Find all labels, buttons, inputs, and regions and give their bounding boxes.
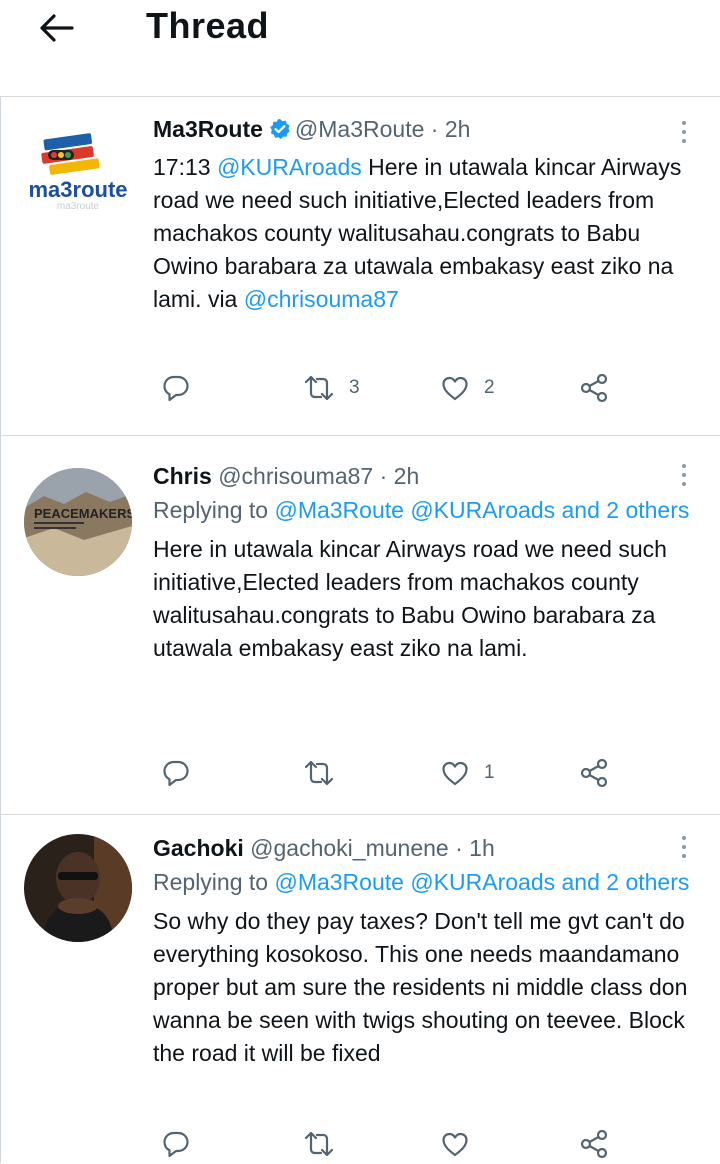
like-button[interactable]: 2 <box>440 368 495 408</box>
like-count: 1 <box>484 762 495 783</box>
reply-icon <box>163 1131 189 1158</box>
user-handle[interactable]: @Ma3Route <box>295 116 424 142</box>
tweet-header: Gachoki @gachoki_munene · 1h <box>153 835 495 861</box>
retweet-button[interactable] <box>303 753 349 793</box>
share-button[interactable] <box>578 368 610 408</box>
replying-to-links[interactable]: @Ma3Route @KURAroads and 2 others <box>274 497 689 523</box>
retweet-count: 3 <box>349 377 360 398</box>
display-name[interactable]: Gachoki <box>153 835 244 861</box>
mention-link[interactable]: @KURAroads <box>217 154 362 180</box>
user-handle[interactable]: @gachoki_munene <box>250 835 449 861</box>
share-icon <box>580 1129 608 1159</box>
reply-icon <box>163 760 189 787</box>
share-icon <box>580 758 608 788</box>
arrow-left-icon <box>40 14 74 42</box>
more-options-button[interactable] <box>674 832 694 862</box>
tweet-actions: 3 2 <box>153 368 623 408</box>
top-bar: Thread <box>0 0 720 83</box>
svg-text:PEACEMAKERS: PEACEMAKERS <box>34 506 132 521</box>
avatar[interactable] <box>24 834 132 942</box>
tweet-text: So why do they pay taxes? Don't tell me … <box>153 908 688 1066</box>
back-button[interactable] <box>34 8 78 48</box>
tweet-actions: 1 <box>153 753 623 793</box>
retweet-icon <box>304 760 334 786</box>
retweet-button[interactable] <box>303 1124 349 1164</box>
tweet-header: Ma3Route @Ma3Route · 2h <box>153 114 696 147</box>
heart-icon <box>442 376 468 401</box>
retweet-button[interactable]: 3 <box>303 368 360 408</box>
reply-button[interactable] <box>161 368 191 408</box>
tweet-text: Here in utawala kincar Airways road we n… <box>153 536 667 661</box>
like-button[interactable] <box>440 1124 484 1164</box>
display-name[interactable]: Chris <box>153 463 212 489</box>
tweet-header: Chris @chrisouma87 · 2h <box>153 463 420 489</box>
share-button[interactable] <box>578 753 610 793</box>
replying-to: Replying to @Ma3Route @KURAroads and 2 o… <box>153 497 690 523</box>
avatar[interactable]: PEACEMAKERS <box>24 468 132 576</box>
gachoki-avatar <box>24 834 132 942</box>
more-options-button[interactable] <box>674 460 694 490</box>
timestamp[interactable]: 1h <box>469 835 495 861</box>
tweet-gachoki[interactable]: Gachoki @gachoki_munene · 1h Replying to… <box>0 814 720 1163</box>
retweet-icon <box>304 1131 334 1157</box>
ma3route-logo: ma3route ma3route <box>24 117 132 225</box>
page-title: Thread <box>146 5 270 46</box>
more-options-button[interactable] <box>674 117 694 147</box>
like-button[interactable]: 1 <box>440 753 495 793</box>
reply-button[interactable] <box>161 753 191 793</box>
svg-text:ma3route: ma3route <box>28 177 127 202</box>
peacemakers-avatar: PEACEMAKERS <box>24 468 132 576</box>
avatar[interactable]: ma3route ma3route <box>24 117 132 225</box>
tweet-actions <box>153 1124 623 1164</box>
replying-to: Replying to @Ma3Route @KURAroads and 2 o… <box>153 869 690 895</box>
tweet-chris[interactable]: PEACEMAKERS Chris @chrisouma87 · 2h Repl… <box>0 435 720 815</box>
reply-icon <box>163 375 189 402</box>
tweet-ma3route[interactable]: ma3route ma3route Ma3Route @Ma3Route · 2h… <box>0 97 720 436</box>
mention-link[interactable]: @chrisouma87 <box>244 286 399 312</box>
verified-badge-icon <box>269 117 291 147</box>
timestamp[interactable]: 2h <box>394 463 420 489</box>
share-icon <box>580 373 608 403</box>
heart-icon <box>442 761 468 786</box>
share-button[interactable] <box>578 1124 610 1164</box>
header-divider <box>0 82 720 97</box>
retweet-icon <box>304 375 334 401</box>
timestamp[interactable]: 2h <box>445 116 471 142</box>
display-name[interactable]: Ma3Route <box>153 116 263 142</box>
replying-to-links[interactable]: @Ma3Route @KURAroads and 2 others <box>274 869 689 895</box>
tweet-text: 17:13 @KURAroads Here in utawala kincar … <box>153 154 682 312</box>
svg-text:ma3route: ma3route <box>57 201 100 212</box>
heart-icon <box>442 1132 468 1157</box>
user-handle[interactable]: @chrisouma87 <box>218 463 373 489</box>
reply-button[interactable] <box>161 1124 191 1164</box>
like-count: 2 <box>484 377 495 398</box>
